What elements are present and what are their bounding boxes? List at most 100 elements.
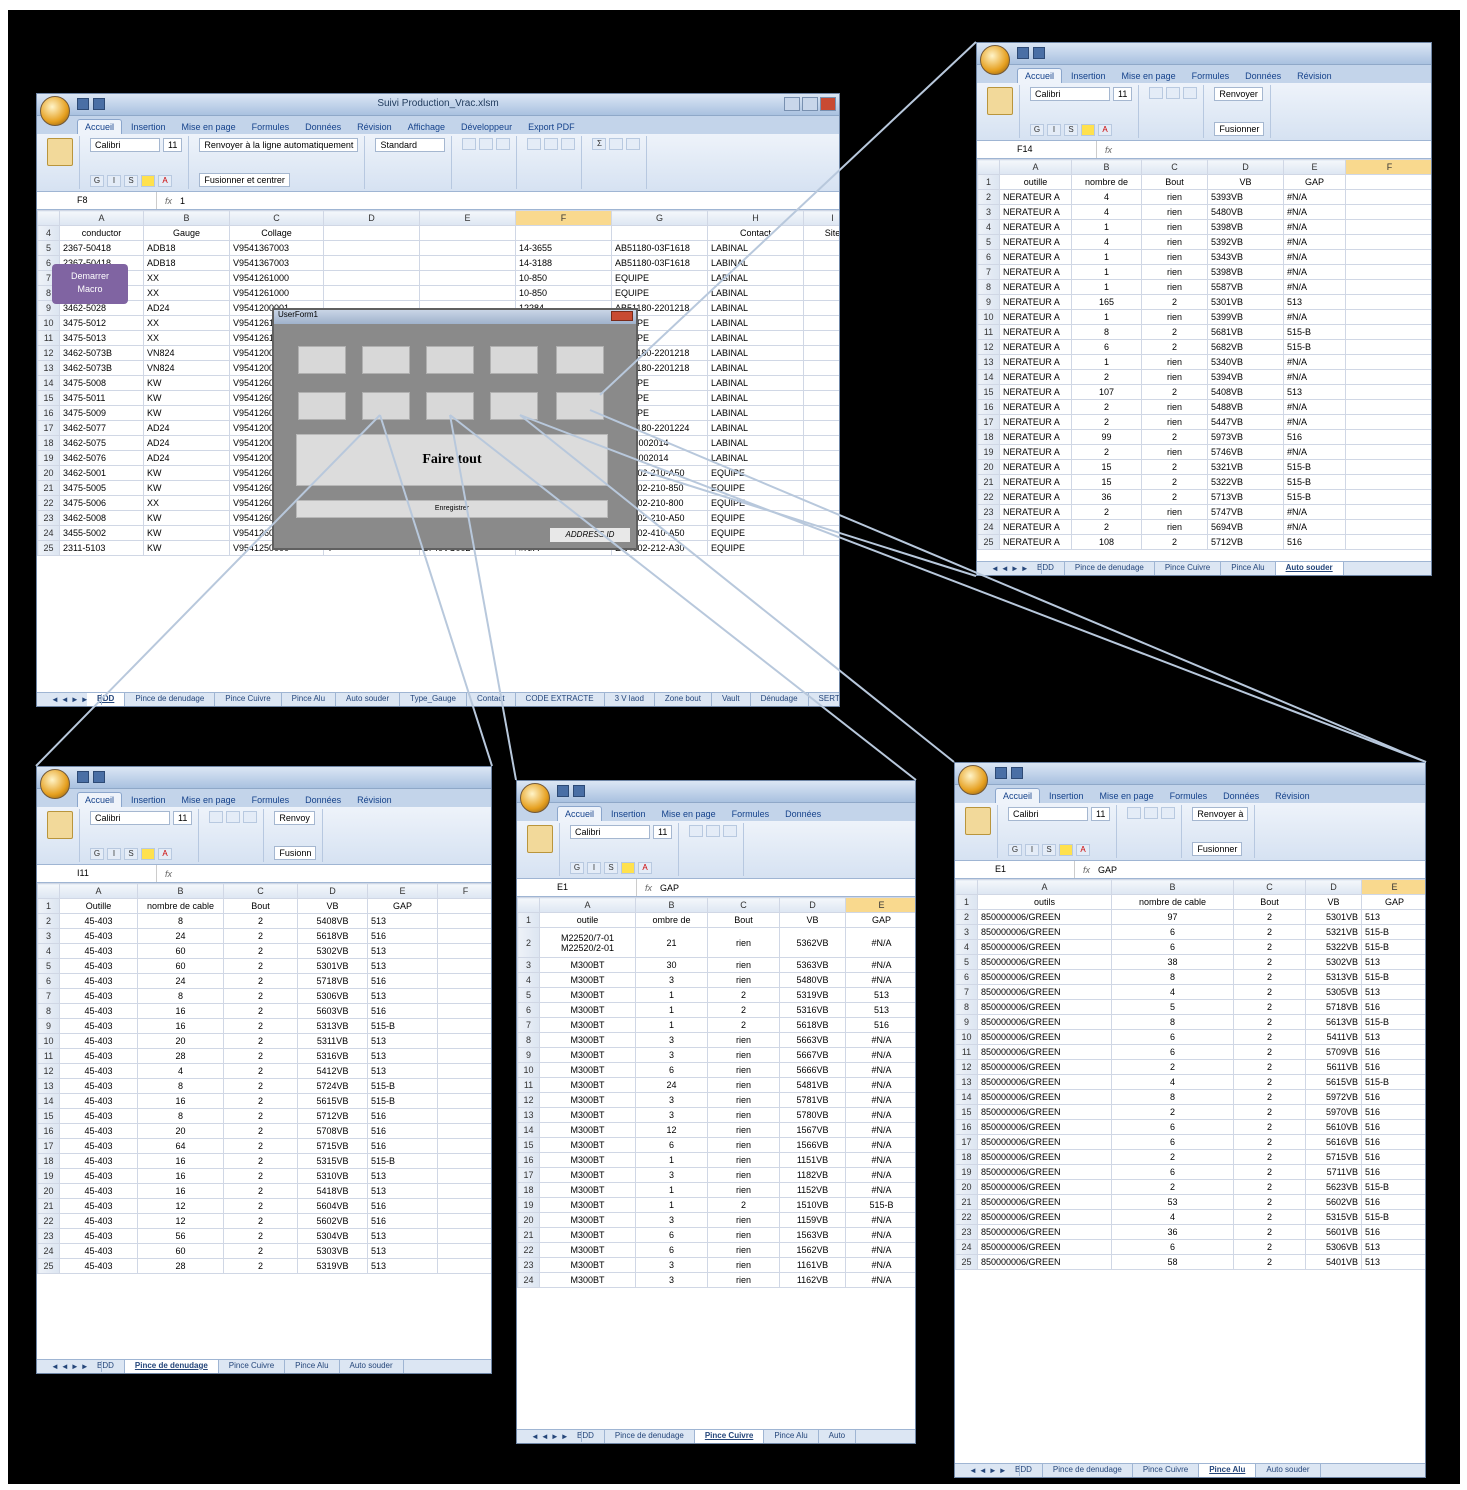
cell[interactable]: LABINAL: [707, 345, 804, 361]
cell[interactable]: 3462-5008: [59, 510, 144, 526]
cell[interactable]: [419, 240, 516, 256]
cell[interactable]: 30: [635, 957, 708, 973]
column-header[interactable]: A: [977, 879, 1112, 895]
cell[interactable]: 850000006/GREEN: [977, 1044, 1112, 1060]
sheet-nav-arrows[interactable]: ◄◄►►: [41, 1361, 102, 1372]
cell[interactable]: 513: [1361, 1029, 1425, 1045]
cell[interactable]: 5611VB: [1305, 1059, 1362, 1075]
column-header[interactable]: C: [1233, 879, 1306, 895]
ribbon-tab[interactable]: Données: [298, 120, 348, 134]
align-right-icon[interactable]: [1183, 87, 1198, 99]
fill-color-button[interactable]: [1081, 124, 1095, 136]
cell[interactable]: 850000006/GREEN: [977, 1194, 1112, 1210]
cell[interactable]: 2: [1141, 324, 1208, 340]
sheet-tab[interactable]: Type_Gauge: [400, 693, 467, 706]
ribbon-tab[interactable]: Accueil: [77, 119, 123, 134]
cell[interactable]: 515-B: [1361, 939, 1425, 955]
cell[interactable]: NERATEUR A: [999, 294, 1072, 310]
cell[interactable]: 28: [137, 1258, 224, 1274]
cell[interactable]: [803, 540, 839, 556]
cell[interactable]: 5398VB: [1207, 264, 1284, 280]
cell[interactable]: 2: [1233, 1074, 1306, 1090]
cell[interactable]: [1345, 429, 1431, 445]
cell[interactable]: LABINAL: [707, 255, 804, 271]
cell[interactable]: [803, 375, 839, 391]
cell[interactable]: 3: [635, 1167, 708, 1183]
cell[interactable]: 1152VB: [779, 1182, 846, 1198]
cell[interactable]: 1567VB: [779, 1122, 846, 1138]
font-color-button[interactable]: A: [158, 175, 172, 187]
cell[interactable]: LABINAL: [707, 420, 804, 436]
cell[interactable]: [437, 1093, 491, 1109]
cell[interactable]: 60: [137, 943, 224, 959]
cell[interactable]: NERATEUR A: [999, 249, 1072, 265]
cell[interactable]: M300BT: [539, 1032, 636, 1048]
ribbon-tab[interactable]: Mise en page: [1115, 69, 1183, 83]
row-header[interactable]: 18: [955, 1149, 978, 1165]
ribbon-tab[interactable]: Révision: [1290, 69, 1339, 83]
row-header[interactable]: 9: [37, 1018, 60, 1034]
cell[interactable]: VN824: [143, 360, 230, 376]
cell[interactable]: 513: [367, 943, 438, 959]
cell[interactable]: 45-403: [59, 1018, 138, 1034]
save-icon[interactable]: [77, 98, 89, 110]
sheet-tab[interactable]: Auto: [819, 1430, 857, 1443]
cell[interactable]: 16: [137, 1183, 224, 1199]
quick-access-toolbar[interactable]: [557, 785, 585, 797]
cell[interactable]: 2: [223, 913, 298, 929]
ribbon-tab[interactable]: Insertion: [604, 807, 653, 821]
wrap-text-button[interactable]: Renvoy: [274, 811, 315, 825]
cell[interactable]: M300BT: [539, 957, 636, 973]
cell[interactable]: 513: [367, 913, 438, 929]
cell[interactable]: [1345, 339, 1431, 355]
cell[interactable]: 5316VB: [297, 1048, 368, 1064]
cell[interactable]: 8: [1111, 1089, 1234, 1105]
cell[interactable]: 5718VB: [1305, 999, 1362, 1015]
cell[interactable]: rien: [707, 1137, 780, 1153]
cell[interactable]: NERATEUR A: [999, 504, 1072, 520]
font-name-box[interactable]: Calibri: [1030, 87, 1110, 101]
cell[interactable]: rien: [1141, 519, 1208, 535]
row-header[interactable]: 10: [37, 1033, 60, 1049]
row-header[interactable]: 22: [37, 1213, 60, 1229]
cell[interactable]: rien: [1141, 204, 1208, 220]
row-header[interactable]: 16: [37, 1123, 60, 1139]
column-title-cell[interactable]: nombre de cable: [1111, 894, 1234, 910]
dialog-button-4[interactable]: [490, 346, 538, 374]
column-title-cell[interactable]: [437, 898, 491, 914]
cell[interactable]: 3: [635, 1092, 708, 1108]
cell[interactable]: [1345, 399, 1431, 415]
row-header[interactable]: 9: [977, 294, 1000, 310]
cell[interactable]: 513: [367, 1243, 438, 1259]
row-header[interactable]: 7: [977, 264, 1000, 280]
row-header[interactable]: 14: [955, 1089, 978, 1105]
cell[interactable]: 5321VB: [1305, 924, 1362, 940]
cell[interactable]: 1159VB: [779, 1212, 846, 1228]
cell[interactable]: [803, 345, 839, 361]
column-title-cell[interactable]: conductor: [59, 225, 144, 241]
column-header[interactable]: E: [845, 897, 915, 913]
cell[interactable]: 513: [367, 1048, 438, 1064]
cell[interactable]: 45-403: [59, 1123, 138, 1139]
cell[interactable]: #N/A: [1283, 189, 1346, 205]
cell[interactable]: rien: [1141, 444, 1208, 460]
cell[interactable]: 45-403: [59, 1213, 138, 1229]
cell[interactable]: #N/A: [1283, 444, 1346, 460]
cell[interactable]: 56: [137, 1228, 224, 1244]
row-header[interactable]: 17: [977, 414, 1000, 430]
cell[interactable]: 513: [845, 987, 915, 1003]
column-header[interactable]: A: [539, 897, 636, 913]
row-header[interactable]: 13: [37, 360, 60, 376]
cell[interactable]: NERATEUR A: [999, 309, 1072, 325]
cell[interactable]: 2: [223, 1003, 298, 1019]
cell[interactable]: 60: [137, 1243, 224, 1259]
cell[interactable]: 5408VB: [1207, 384, 1284, 400]
cell[interactable]: 64: [137, 1138, 224, 1154]
cell[interactable]: ADB18: [143, 240, 230, 256]
cell[interactable]: 2: [223, 1063, 298, 1079]
cell[interactable]: 2: [1141, 294, 1208, 310]
ribbon-tab[interactable]: Mise en page: [655, 807, 723, 821]
column-title-cell[interactable]: VB: [1207, 174, 1284, 190]
row-header[interactable]: 2: [517, 927, 540, 958]
cell[interactable]: 5587VB: [1207, 279, 1284, 295]
